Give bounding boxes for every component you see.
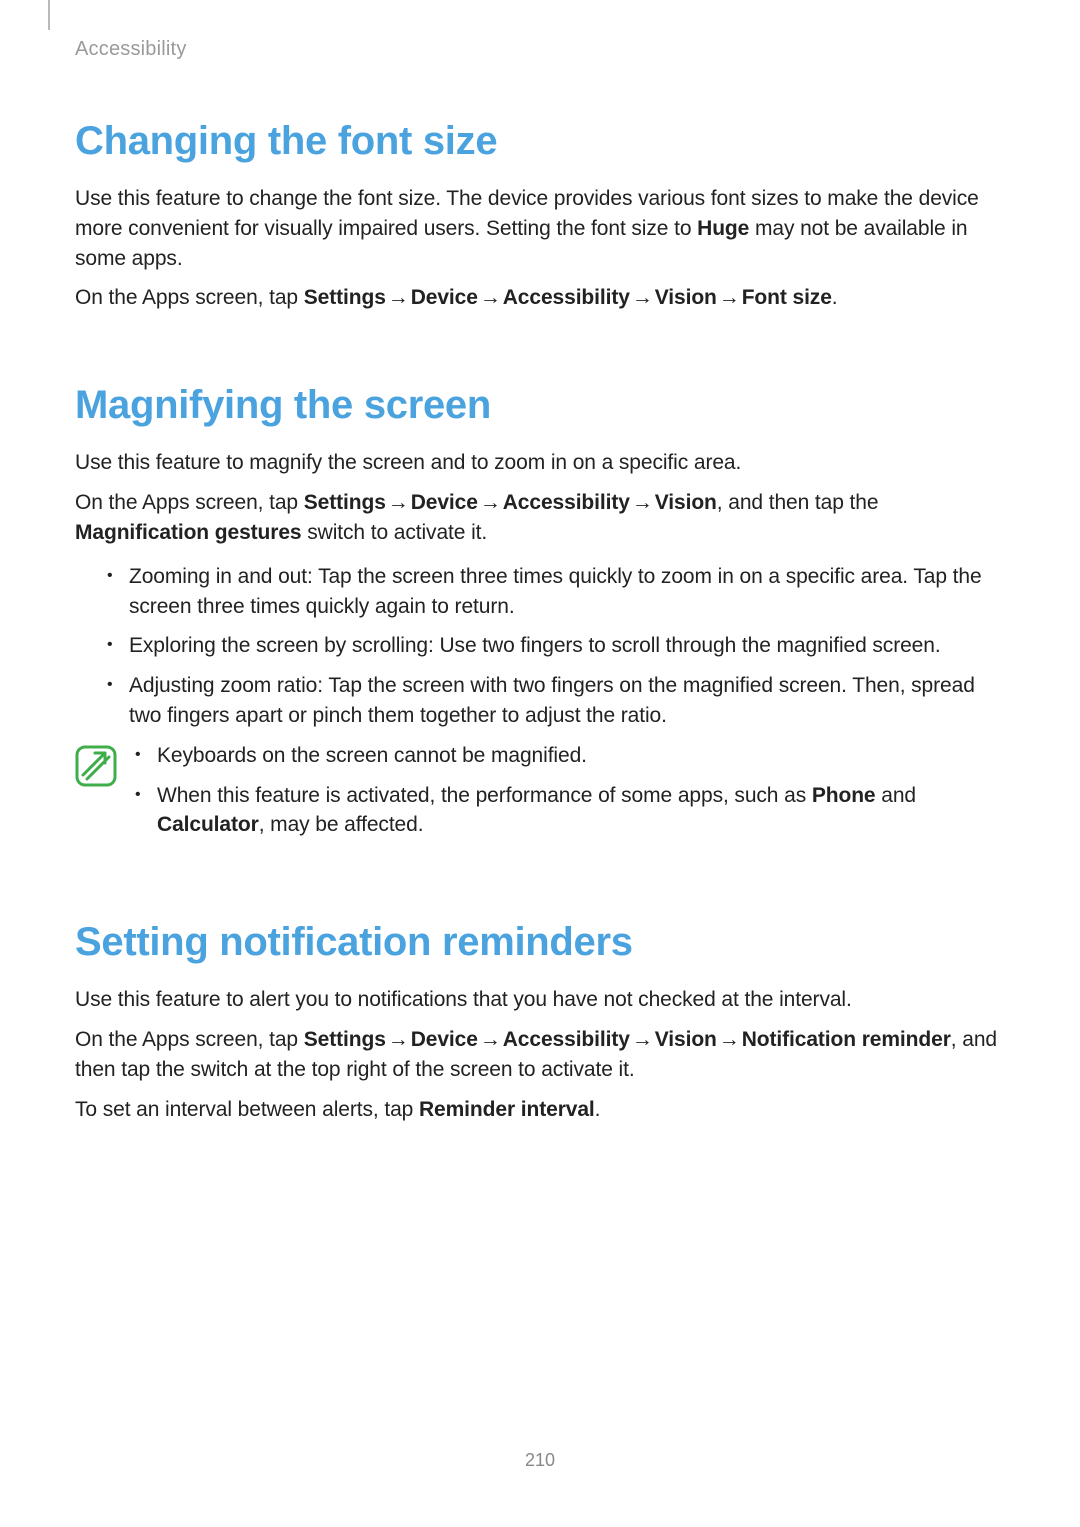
reminders-interval: To set an interval between alerts, tap R… bbox=[75, 1095, 1005, 1125]
magnify-desc: Use this feature to magnify the screen a… bbox=[75, 448, 1005, 478]
bold-calculator: Calculator bbox=[157, 813, 259, 836]
path-device: Device bbox=[411, 491, 478, 514]
text: , and then tap the bbox=[717, 491, 879, 514]
path-vision: Vision bbox=[655, 286, 717, 309]
arrow-icon: → bbox=[478, 491, 503, 514]
path-accessibility: Accessibility bbox=[503, 286, 630, 309]
path-device: Device bbox=[411, 286, 478, 309]
text: and bbox=[876, 784, 916, 807]
text: On the Apps screen, tap bbox=[75, 491, 304, 514]
page-edge-mark bbox=[48, 0, 50, 30]
font-size-desc: Use this feature to change the font size… bbox=[75, 184, 1005, 273]
arrow-icon: → bbox=[478, 286, 503, 309]
list-item: Exploring the screen by scrolling: Use t… bbox=[107, 631, 1005, 661]
text: When this feature is activated, the perf… bbox=[157, 784, 812, 807]
list-item: When this feature is activated, the perf… bbox=[135, 781, 1005, 841]
heading-reminders: Setting notification reminders bbox=[75, 920, 1005, 965]
text: On the Apps screen, tap bbox=[75, 1028, 304, 1051]
arrow-icon: → bbox=[717, 286, 742, 309]
magnify-path: On the Apps screen, tap Settings→Device→… bbox=[75, 488, 1005, 548]
bold-huge: Huge bbox=[697, 217, 749, 240]
arrow-icon: → bbox=[386, 491, 411, 514]
path-vision: Vision bbox=[655, 1028, 717, 1051]
page-number: 210 bbox=[0, 1450, 1080, 1471]
path-device: Device bbox=[411, 1028, 478, 1051]
path-font-size: Font size bbox=[742, 286, 832, 309]
path-notification-reminder: Notification reminder bbox=[742, 1028, 951, 1051]
path-settings: Settings bbox=[304, 286, 386, 309]
arrow-icon: → bbox=[630, 1028, 655, 1051]
text: . bbox=[832, 286, 838, 309]
path-settings: Settings bbox=[304, 491, 386, 514]
path-accessibility: Accessibility bbox=[503, 491, 630, 514]
note-bullet-list: Keyboards on the screen cannot be magnif… bbox=[135, 741, 1005, 850]
text: On the Apps screen, tap bbox=[75, 286, 304, 309]
bold-reminder-interval: Reminder interval bbox=[419, 1098, 595, 1121]
list-item: Zooming in and out: Tap the screen three… bbox=[107, 562, 1005, 622]
text: . bbox=[595, 1098, 601, 1121]
list-item: Keyboards on the screen cannot be magnif… bbox=[135, 741, 1005, 771]
reminders-path: On the Apps screen, tap Settings→Device→… bbox=[75, 1025, 1005, 1085]
text: , may be affected. bbox=[259, 813, 424, 836]
magnify-bullet-list: Zooming in and out: Tap the screen three… bbox=[75, 562, 1005, 731]
page-container: Accessibility Changing the font size Use… bbox=[0, 0, 1080, 1527]
bold-magnification-gestures: Magnification gestures bbox=[75, 521, 302, 544]
heading-font-size: Changing the font size bbox=[75, 119, 1005, 164]
text: switch to activate it. bbox=[302, 521, 488, 544]
breadcrumb: Accessibility bbox=[75, 38, 1005, 61]
arrow-icon: → bbox=[630, 286, 655, 309]
text: To set an interval between alerts, tap bbox=[75, 1098, 419, 1121]
arrow-icon: → bbox=[478, 1028, 503, 1051]
bold-phone: Phone bbox=[812, 784, 876, 807]
reminders-desc: Use this feature to alert you to notific… bbox=[75, 985, 1005, 1015]
list-item: Adjusting zoom ratio: Tap the screen wit… bbox=[107, 671, 1005, 731]
heading-magnify: Magnifying the screen bbox=[75, 383, 1005, 428]
path-settings: Settings bbox=[304, 1028, 386, 1051]
note-icon bbox=[75, 745, 117, 792]
path-accessibility: Accessibility bbox=[503, 1028, 630, 1051]
path-vision: Vision bbox=[655, 491, 717, 514]
arrow-icon: → bbox=[630, 491, 655, 514]
font-size-path: On the Apps screen, tap Settings→Device→… bbox=[75, 283, 1005, 313]
arrow-icon: → bbox=[717, 1028, 742, 1051]
note-block: Keyboards on the screen cannot be magnif… bbox=[75, 741, 1005, 850]
arrow-icon: → bbox=[386, 286, 411, 309]
arrow-icon: → bbox=[386, 1028, 411, 1051]
